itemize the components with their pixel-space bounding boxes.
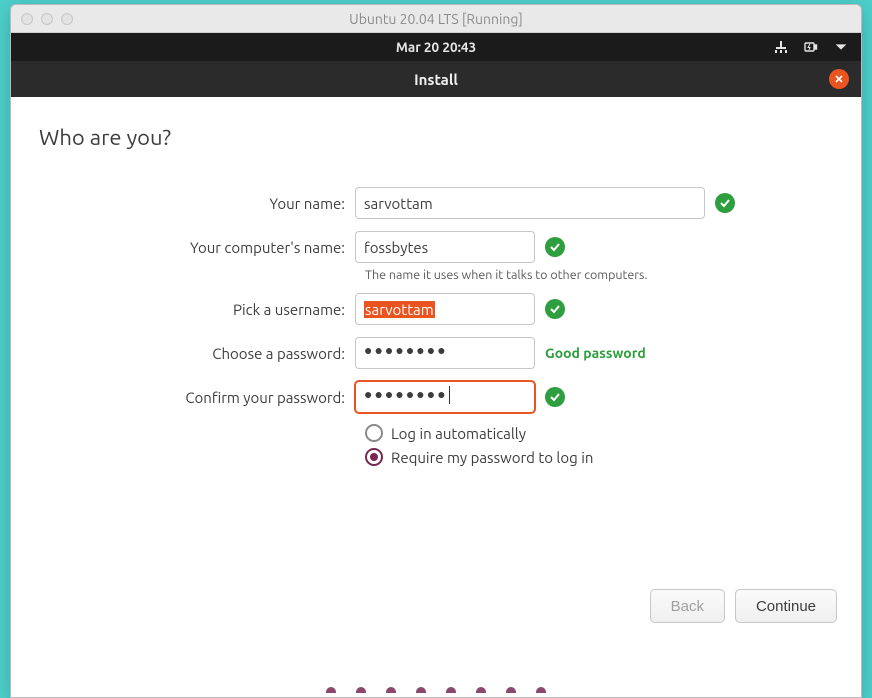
host-window: Ubuntu 20.04 LTS [Running] Mar 20 20:43 … (10, 4, 862, 698)
vm-viewport: Mar 20 20:43 Install Who are you? (11, 33, 861, 697)
radio-selected-icon (365, 448, 383, 466)
check-icon (545, 237, 565, 257)
hostname-input[interactable] (355, 231, 535, 263)
network-icon[interactable] (773, 39, 789, 55)
back-button[interactable]: Back (650, 589, 725, 623)
radio-require-label: Require my password to log in (391, 449, 593, 466)
installer-titlebar: Install (11, 61, 861, 97)
radio-autologin[interactable]: Log in automatically (365, 424, 837, 442)
label-confirm: Confirm your password: (35, 389, 355, 406)
hostname-hint: The name it uses when it talks to other … (365, 268, 837, 282)
close-button[interactable] (829, 69, 849, 89)
continue-button[interactable]: Continue (735, 589, 837, 623)
label-username: Pick a username: (35, 301, 355, 318)
check-icon (545, 299, 565, 319)
text-caret (449, 386, 450, 404)
label-password: Choose a password: (35, 345, 355, 362)
gnome-system-tray[interactable] (773, 33, 849, 61)
host-titlebar: Ubuntu 20.04 LTS [Running] (11, 5, 861, 33)
name-input[interactable] (355, 187, 705, 219)
installer-body: Who are you? Your name: Your computer's … (11, 97, 861, 697)
page-heading: Who are you? (39, 125, 837, 150)
host-window-title: Ubuntu 20.04 LTS [Running] (11, 11, 861, 27)
password-input[interactable]: ●●●●●●●● (355, 337, 535, 369)
installer-title: Install (414, 71, 458, 88)
gnome-topbar: Mar 20 20:43 (11, 33, 861, 61)
check-icon (545, 387, 565, 407)
username-value: sarvottam (364, 301, 435, 318)
radio-require-password[interactable]: Require my password to log in (365, 448, 837, 466)
gnome-clock[interactable]: Mar 20 20:43 (396, 39, 476, 55)
battery-icon[interactable] (803, 39, 819, 55)
confirm-password-input[interactable]: ●●●●●●●● (355, 381, 535, 413)
chevron-down-icon[interactable] (833, 39, 849, 55)
label-hostname: Your computer's name: (35, 239, 355, 256)
radio-unselected-icon (365, 424, 383, 442)
label-name: Your name: (35, 195, 355, 212)
check-icon (715, 193, 735, 213)
radio-autologin-label: Log in automatically (391, 425, 526, 442)
username-input[interactable]: sarvottam (355, 293, 535, 325)
password-strength: Good password (545, 345, 646, 361)
